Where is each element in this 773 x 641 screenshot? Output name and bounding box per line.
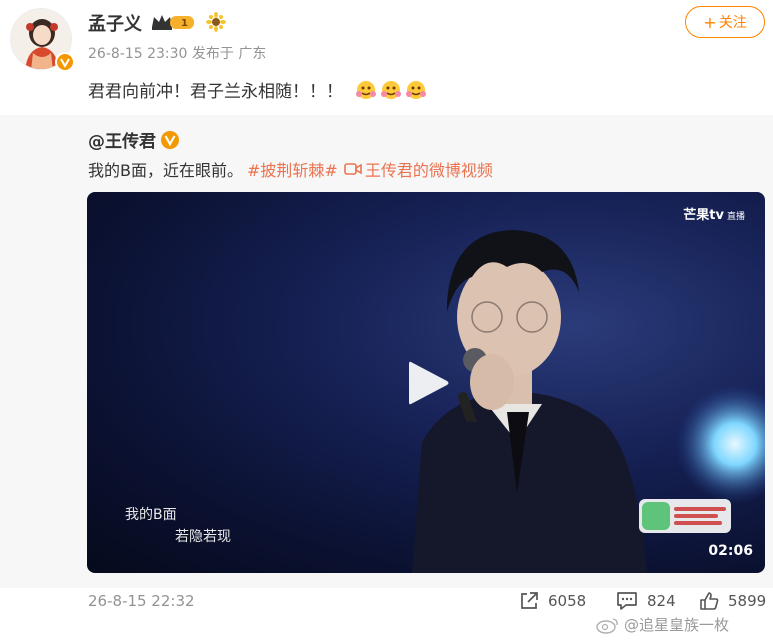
comment-button[interactable]: 824	[615, 590, 676, 612]
hug-emoji-icon	[405, 79, 427, 101]
repost-body: 我的B面，近在眼前。	[88, 161, 243, 180]
verified-badge-icon	[160, 130, 180, 150]
topic-link[interactable]: #披荆斩棘#	[247, 157, 338, 181]
comment-icon	[617, 592, 637, 610]
author-name[interactable]: 孟子义	[88, 10, 142, 36]
repost-author-name: @王传君	[88, 132, 156, 152]
repost-count: 6058	[548, 592, 587, 610]
plus-icon: +	[703, 12, 717, 32]
follow-button[interactable]: + 关注	[685, 6, 765, 38]
play-button[interactable]	[403, 358, 453, 408]
like-button[interactable]: 5899	[698, 590, 766, 612]
channel-live-text: 直播	[726, 212, 745, 222]
follow-label: 关注	[718, 15, 747, 31]
weibo-logo-icon	[596, 617, 618, 634]
video-link-label: 王传君的微博视频	[364, 161, 493, 180]
video-subtitle: 我的B面	[125, 507, 177, 523]
post-body: 君君向前冲！君子兰永相随！！！	[88, 82, 343, 102]
hug-emoji-icon	[380, 79, 402, 101]
video-subtitle: 若隐若现	[175, 529, 231, 545]
vip-crown-icon[interactable]: 1	[150, 12, 196, 32]
repost-time[interactable]: 26-8-15 22:32	[88, 592, 195, 610]
video-camera-icon	[344, 163, 362, 175]
watermark-text: @追星皇族一枚	[624, 616, 730, 634]
sunflower-icon	[206, 12, 226, 32]
hug-emoji-icon	[355, 79, 377, 101]
thumbs-up-icon	[700, 592, 719, 610]
repost-text: 我的B面，近在眼前。 #披荆斩棘# 王传君的微博视频	[88, 157, 493, 181]
video-duration: 02:06	[708, 543, 753, 559]
post-text: 君君向前冲！君子兰永相随！！！	[88, 77, 427, 102]
post-meta: 26-8-15 23:30 发布于 广东	[88, 46, 267, 62]
app-logo-icon	[642, 502, 670, 530]
play-icon	[409, 361, 449, 405]
weibo-watermark: @追星皇族一枚	[596, 614, 729, 635]
channel-logo: 芒果tv 直播	[683, 204, 745, 223]
app-promo-badge	[639, 499, 731, 533]
level-badge: 1	[181, 18, 188, 29]
repost-author[interactable]: @王传君	[88, 127, 180, 152]
video-player[interactable]: 芒果tv 直播 我的B面 若隐若现 02:06	[87, 192, 765, 573]
like-count: 5899	[728, 592, 767, 610]
verified-badge-icon	[55, 52, 75, 72]
share-icon	[521, 592, 538, 609]
comment-count: 824	[647, 592, 676, 610]
repost-button[interactable]: 6058	[518, 590, 586, 612]
video-link[interactable]: 王传君的微博视频	[344, 157, 493, 181]
channel-logo-text: 芒果tv	[683, 208, 724, 223]
